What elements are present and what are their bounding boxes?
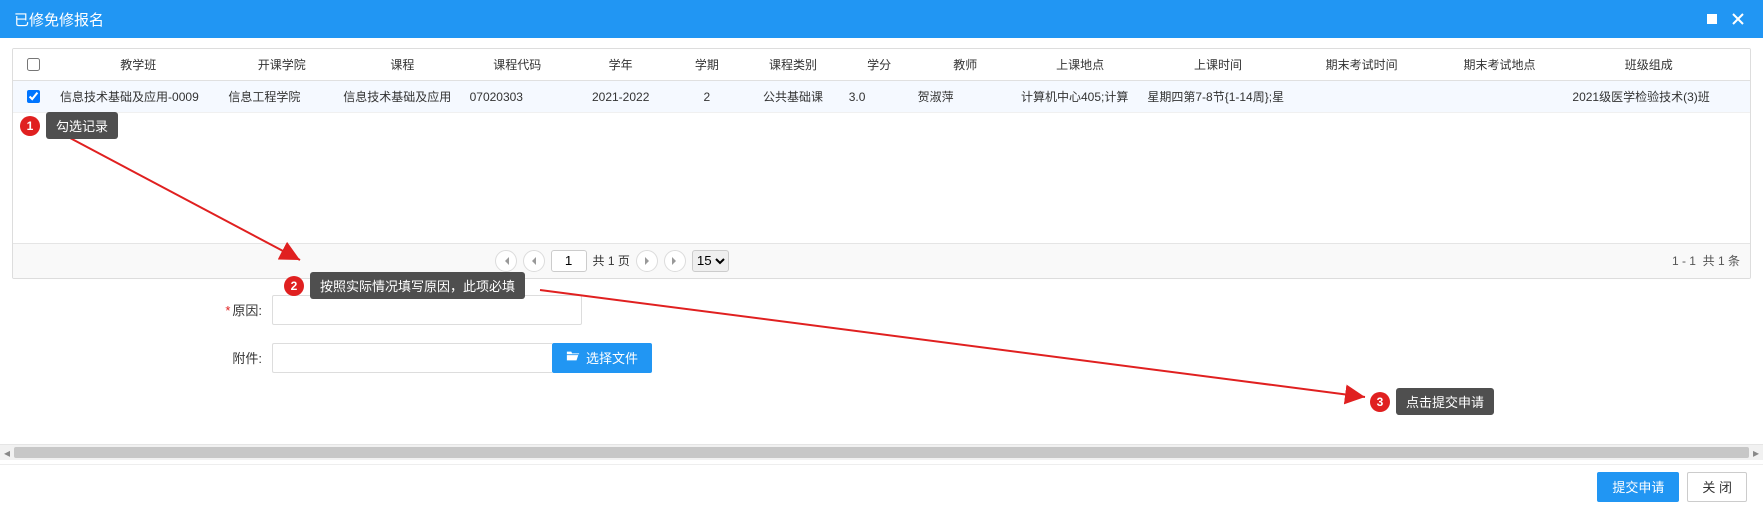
cell-examtime	[1293, 81, 1431, 113]
th-year: 学年	[569, 49, 672, 81]
cell-type: 公共基础课	[741, 81, 844, 113]
page-first-icon[interactable]	[495, 250, 517, 272]
attachment-label: 附件:	[12, 348, 272, 367]
th-credit: 学分	[845, 49, 914, 81]
page-next-icon[interactable]	[636, 250, 658, 272]
footer-bar: 提交申请 关 闭	[0, 464, 1763, 508]
cell-time: 星期四第7-8节{1-14周};星	[1143, 81, 1292, 113]
choose-file-button[interactable]: 选择文件	[552, 343, 652, 373]
reason-input[interactable]	[272, 295, 582, 325]
cell-term: 2	[672, 81, 741, 113]
th-group: 班级组成	[1568, 49, 1729, 81]
table-row[interactable]: 信息技术基础及应用-0009 信息工程学院 信息技术基础及应用 07020303…	[13, 81, 1750, 113]
cell-code: 07020303	[466, 81, 569, 113]
data-table: 教学班 开课学院 课程 课程代码 学年 学期 课程类别 学分 教师 上课地点 上…	[12, 48, 1751, 279]
submit-button[interactable]: 提交申请	[1597, 472, 1679, 502]
page-number-input[interactable]	[551, 250, 587, 272]
th-term: 学期	[672, 49, 741, 81]
cell-year: 2021-2022	[569, 81, 672, 113]
close-icon[interactable]	[1727, 8, 1749, 30]
page-total-label: 共 1 页	[593, 252, 630, 269]
cell-course: 信息技术基础及应用	[339, 81, 465, 113]
pagination-bar: 共 1 页 15 1 - 1 共 1 条	[13, 243, 1750, 278]
folder-open-icon	[566, 349, 580, 366]
minimize-icon[interactable]	[1701, 8, 1723, 30]
horizontal-scrollbar[interactable]: ◂ ▸	[0, 444, 1763, 460]
th-time: 上课时间	[1143, 49, 1292, 81]
th-college: 开课学院	[224, 49, 339, 81]
th-examloc: 期末考试地点	[1431, 49, 1569, 81]
scroll-thumb[interactable]	[14, 447, 1749, 458]
th-type: 课程类别	[741, 49, 844, 81]
attachment-path-input[interactable]	[272, 343, 552, 373]
th-examtime: 期末考试时间	[1293, 49, 1431, 81]
scroll-left-icon[interactable]: ◂	[0, 445, 14, 460]
scroll-right-icon[interactable]: ▸	[1749, 445, 1763, 460]
cell-class: 信息技术基础及应用-0009	[52, 81, 224, 113]
title-bar: 已修免修报名	[0, 0, 1763, 38]
th-class: 教学班	[52, 49, 224, 81]
cell-examloc	[1431, 81, 1569, 113]
window-title: 已修免修报名	[14, 9, 1697, 30]
close-button[interactable]: 关 闭	[1687, 472, 1747, 502]
select-all-checkbox[interactable]	[27, 58, 40, 71]
th-course: 课程	[339, 49, 465, 81]
reason-label: *原因:	[12, 300, 272, 319]
cell-college: 信息工程学院	[224, 81, 339, 113]
page-range-info: 1 - 1 共 1 条	[1672, 252, 1740, 269]
cell-credit: 3.0	[845, 81, 914, 113]
cell-teacher: 贺淑萍	[914, 81, 1017, 113]
cell-loc: 计算机中心405;计算	[1017, 81, 1143, 113]
cell-group: 2021级医学检验技术(3)班	[1568, 81, 1729, 113]
page-last-icon[interactable]	[664, 250, 686, 272]
th-loc: 上课地点	[1017, 49, 1143, 81]
row-checkbox[interactable]	[27, 90, 40, 103]
page-prev-icon[interactable]	[523, 250, 545, 272]
th-code: 课程代码	[466, 49, 569, 81]
th-scroll	[1729, 49, 1750, 81]
page-size-select[interactable]: 15	[692, 250, 729, 272]
th-teacher: 教师	[914, 49, 1017, 81]
table-header-row: 教学班 开课学院 课程 课程代码 学年 学期 课程类别 学分 教师 上课地点 上…	[13, 49, 1750, 81]
